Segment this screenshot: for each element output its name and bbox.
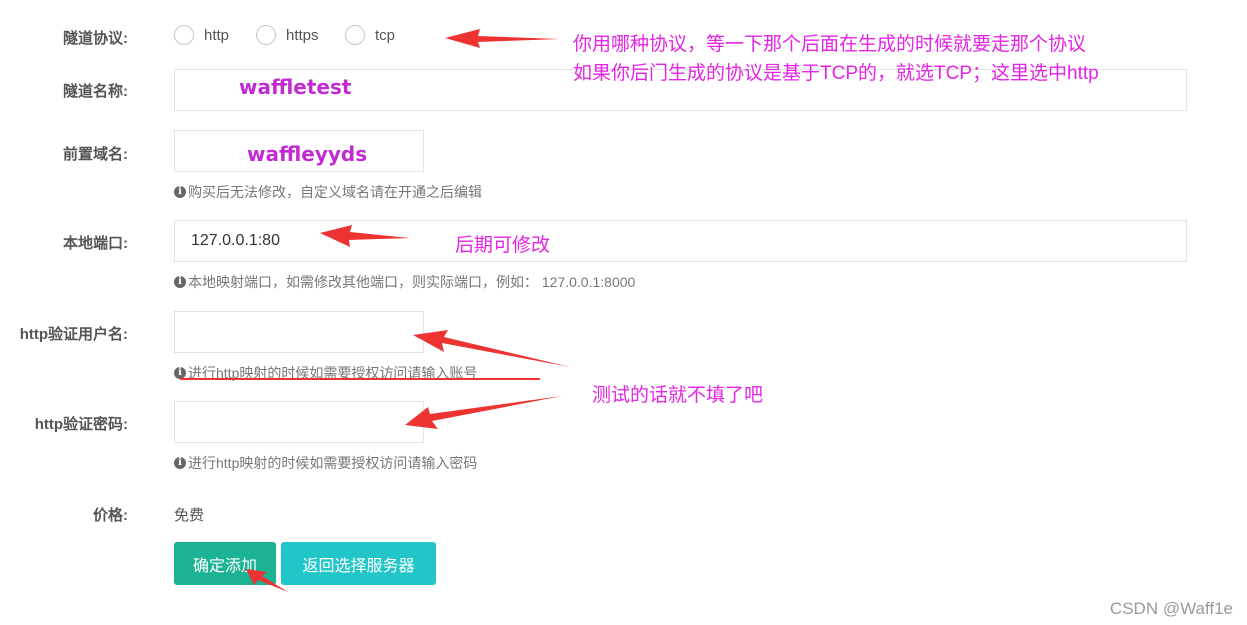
arrow-to-http-user: [413, 330, 570, 367]
arrow-to-http-password: [405, 396, 562, 429]
annotation-arrows: [180, 29, 570, 592]
arrow-to-protocol: [445, 29, 560, 48]
arrow-to-port: [320, 225, 410, 247]
watermark: CSDN @Waff1e: [1109, 599, 1233, 618]
arrow-to-confirm-button: [246, 569, 288, 592]
